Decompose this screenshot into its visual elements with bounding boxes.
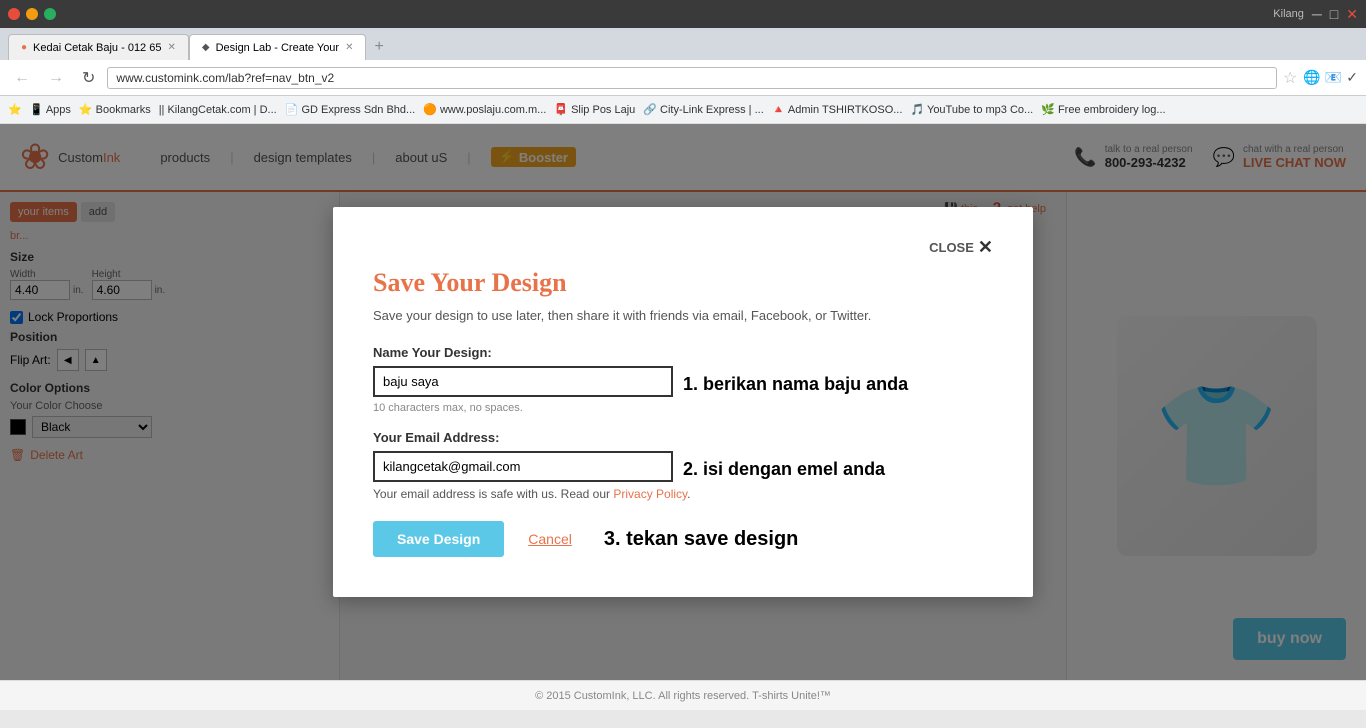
save-design-modal: CLOSE ✕ Save Your Design Save your desig… xyxy=(333,207,1033,597)
url-bar[interactable] xyxy=(107,67,1277,89)
back-btn[interactable]: ← xyxy=(8,67,36,89)
annotation-1: 1. berikan nama baju anda xyxy=(683,374,908,395)
browser-title-bar: Kilang ─ □ ✕ ● Kedai Cetak Baju - 012 65… xyxy=(0,0,1366,124)
bookmark-7[interactable]: 🎵 YouTube to mp3 Co... xyxy=(910,103,1033,116)
bookmark-4[interactable]: 📮 Slip Pos Laju xyxy=(554,103,635,116)
close-x-icon: ✕ xyxy=(978,237,993,258)
ext2-icon[interactable]: 📧 xyxy=(1325,69,1342,86)
ext3-icon[interactable]: ✓ xyxy=(1346,69,1358,86)
bookmark-8[interactable]: 🌿 Free embroidery log... xyxy=(1041,103,1165,116)
maximize-btn[interactable]: □ xyxy=(1330,6,1338,22)
tab-1[interactable]: ● Kedai Cetak Baju - 012 65 ✕ xyxy=(8,34,189,60)
modal-close-btn[interactable]: CLOSE ✕ xyxy=(929,237,993,258)
design-name-input[interactable] xyxy=(373,366,673,397)
name-label: Name Your Design: xyxy=(373,345,993,360)
tab1-close[interactable]: ✕ xyxy=(167,42,175,53)
tab2-close[interactable]: ✕ xyxy=(345,42,353,53)
tab-2[interactable]: ◆ Design Lab - Create Your ✕ xyxy=(189,34,367,60)
bookmark-6[interactable]: 🔺 Admin TSHIRTKOSO... xyxy=(772,103,903,116)
email-input[interactable] xyxy=(373,451,673,482)
tab2-label: Design Lab - Create Your xyxy=(216,42,340,54)
bookmark-apps[interactable]: 📱 Apps xyxy=(30,103,71,116)
minimize-btn[interactable]: ─ xyxy=(1312,6,1322,22)
bookmark-2[interactable]: 📄 GD Express Sdn Bhd... xyxy=(285,103,415,116)
bookmark-3[interactable]: 🟠 www.poslaju.com.m... xyxy=(423,103,546,116)
bookmarks-label: ⭐ xyxy=(8,103,22,116)
save-design-btn[interactable]: Save Design xyxy=(373,521,504,557)
page-footer: © 2015 CustomInk, LLC. All rights reserv… xyxy=(0,680,1366,710)
bookmark-5[interactable]: 🔗 City-Link Express | ... xyxy=(643,103,763,116)
name-field-group: Name Your Design: 1. berikan nama baju a… xyxy=(373,345,993,414)
cancel-btn[interactable]: Cancel xyxy=(528,531,572,547)
privacy-policy-link[interactable]: Privacy Policy xyxy=(613,487,687,501)
browser-icon xyxy=(8,8,56,20)
new-tab-btn[interactable]: + xyxy=(366,34,391,60)
tab1-favicon: ● xyxy=(21,42,27,53)
modal-subtitle: Save your design to use later, then shar… xyxy=(373,308,993,323)
close-label: CLOSE xyxy=(929,240,974,255)
refresh-btn[interactable]: ↻ xyxy=(76,66,101,90)
page-content: ❀ CustomInk products | design templates … xyxy=(0,124,1366,680)
tab1-label: Kedai Cetak Baju - 012 65 xyxy=(33,42,161,54)
bookmark-bookmarks[interactable]: ⭐ Bookmarks xyxy=(79,103,151,116)
modal-actions: Save Design Cancel 3. tekan save design xyxy=(373,521,993,557)
window-title: Kilang xyxy=(1273,8,1304,20)
modal-title: Save Your Design xyxy=(373,268,993,298)
close-window-btn[interactable]: ✕ xyxy=(1346,6,1358,23)
name-hint: 10 characters max, no spaces. xyxy=(373,402,993,414)
email-hint: Your email address is safe with us. Read… xyxy=(373,487,993,501)
annotation-3: 3. tekan save design xyxy=(604,528,799,551)
tab2-favicon: ◆ xyxy=(202,42,210,53)
ext1-icon[interactable]: 🌐 xyxy=(1303,69,1320,86)
forward-btn[interactable]: → xyxy=(42,67,70,89)
annotation-2: 2. isi dengan emel anda xyxy=(683,459,885,480)
bookmark-star[interactable]: ☆ xyxy=(1283,68,1297,88)
extensions-area: 🌐 📧 ✓ xyxy=(1303,69,1358,86)
email-field-group: Your Email Address: 2. isi dengan emel a… xyxy=(373,430,993,501)
email-label: Your Email Address: xyxy=(373,430,993,445)
bookmark-1[interactable]: || KilangCetak.com | D... xyxy=(159,104,277,116)
footer-text: © 2015 CustomInk, LLC. All rights reserv… xyxy=(535,690,831,702)
